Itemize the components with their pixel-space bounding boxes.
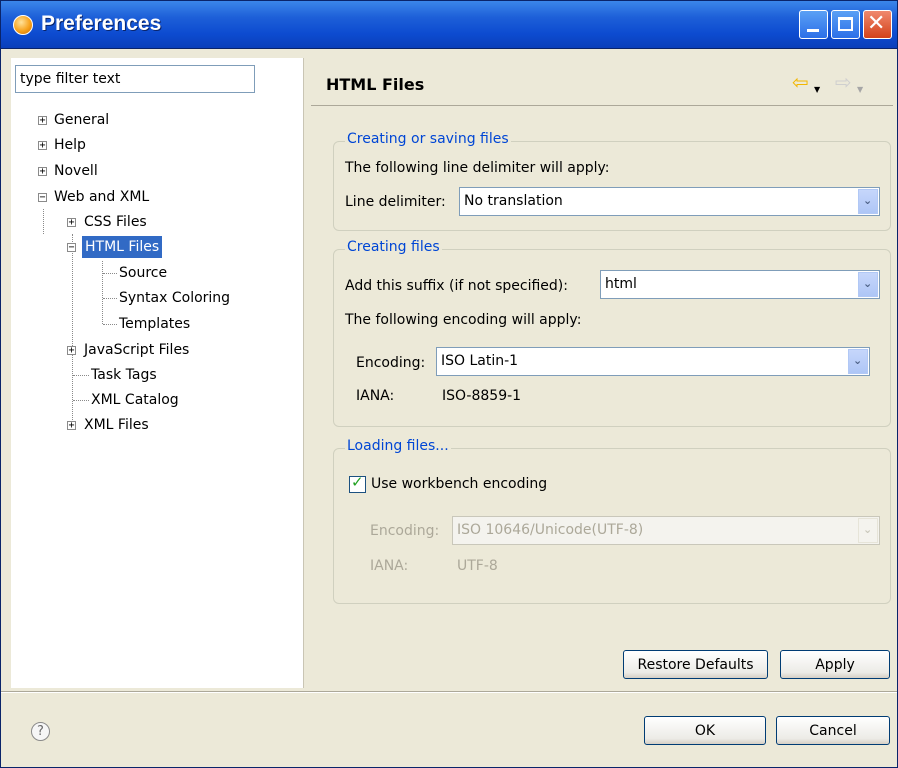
- close-button[interactable]: ✕: [863, 10, 892, 39]
- back-history-dropdown-icon[interactable]: ▼: [814, 80, 820, 100]
- tree-item-label: JavaScript Files: [84, 342, 190, 358]
- expand-icon[interactable]: +: [38, 141, 47, 151]
- line-delimiter-label: Line delimiter:: [345, 194, 446, 210]
- tree-item-label: Help: [54, 137, 86, 153]
- loading-iana-label: IANA:: [370, 558, 409, 574]
- iana-value: ISO-8859-1: [442, 388, 522, 404]
- suffix-select[interactable]: html ⌄: [600, 270, 880, 299]
- tree-item-label: Web and XML: [54, 189, 150, 205]
- encoding-select[interactable]: ISO Latin-1 ⌄: [436, 347, 870, 376]
- maximize-button[interactable]: [831, 10, 860, 39]
- tree-item-label: CSS Files: [84, 214, 147, 230]
- header-divider: [311, 105, 893, 106]
- restore-defaults-button[interactable]: Restore Defaults: [623, 650, 768, 679]
- saving-files-group: [333, 141, 891, 231]
- tree-item-label: Source: [119, 265, 168, 281]
- tree-connector: [73, 375, 89, 376]
- suffix-label: Add this suffix (if not specified):: [345, 278, 568, 294]
- forward-history-dropdown-icon: ▼: [857, 85, 864, 94]
- tree-item-label: Templates: [119, 316, 191, 332]
- expand-icon[interactable]: +: [67, 218, 76, 228]
- tree-connector: [103, 298, 117, 299]
- tree-connector: [73, 400, 89, 401]
- encoding-label: Encoding:: [356, 355, 426, 371]
- cancel-button[interactable]: Cancel: [776, 716, 890, 745]
- collapse-icon[interactable]: −: [67, 243, 76, 253]
- ok-button[interactable]: OK: [644, 716, 766, 745]
- minimize-icon: [807, 29, 819, 32]
- chevron-down-icon: ⌄: [863, 194, 873, 207]
- saving-files-group-title: Creating or saving files: [345, 131, 511, 147]
- creating-files-group-title: Creating files: [345, 239, 442, 255]
- dropdown-button: ⌄: [858, 518, 878, 543]
- loading-encoding-select: ISO 10646/Unicode(UTF-8) ⌄: [452, 516, 880, 545]
- minimize-button[interactable]: [799, 10, 828, 39]
- loading-files-group-title: Loading files...: [345, 438, 451, 454]
- collapse-icon[interactable]: −: [38, 193, 47, 203]
- forward-arrow-icon: ⇨: [835, 70, 852, 94]
- tree-item-label: HTML Files: [82, 236, 163, 258]
- chevron-down-icon: ⌄: [863, 277, 873, 290]
- expand-icon[interactable]: +: [67, 421, 76, 431]
- app-icon: [13, 15, 33, 35]
- filter-input[interactable]: [15, 65, 255, 93]
- tree-item-label: Task Tags: [91, 367, 157, 383]
- back-arrow-icon[interactable]: ⇦: [792, 72, 809, 92]
- expand-icon[interactable]: +: [38, 167, 47, 177]
- tree-connector: [43, 209, 44, 234]
- preferences-window: Preferences ✕ + General + Help +: [0, 0, 898, 768]
- expand-icon[interactable]: +: [38, 116, 47, 126]
- apply-button[interactable]: Apply: [780, 650, 890, 679]
- checkmark-icon: ✓: [351, 473, 364, 491]
- tree-connector: [72, 234, 73, 424]
- footer-divider-highlight: [1, 692, 897, 693]
- line-delimiter-value: No translation: [464, 193, 563, 209]
- workbench-encoding-label[interactable]: Use workbench encoding: [371, 476, 547, 492]
- tree-item-label: XML Files: [84, 417, 149, 433]
- workbench-encoding-checkbox[interactable]: ✓: [349, 473, 366, 493]
- tree-item-label: General: [54, 112, 110, 128]
- dropdown-button[interactable]: ⌄: [858, 272, 878, 297]
- expand-icon[interactable]: +: [67, 346, 76, 356]
- encoding-description: The following encoding will apply:: [345, 312, 582, 328]
- chevron-down-icon: ⌄: [863, 523, 873, 536]
- line-delimiter-select[interactable]: No translation ⌄: [459, 187, 880, 216]
- maximize-icon: [838, 17, 853, 31]
- close-icon: ✕: [867, 11, 886, 36]
- dropdown-button[interactable]: ⌄: [858, 189, 878, 214]
- chevron-down-icon: ⌄: [853, 354, 863, 367]
- loading-encoding-label: Encoding:: [370, 523, 440, 539]
- page-title: HTML Files: [326, 75, 425, 94]
- tree-connector: [102, 261, 103, 324]
- loading-encoding-value: ISO 10646/Unicode(UTF-8): [457, 522, 644, 538]
- loading-iana-value: UTF-8: [457, 558, 498, 574]
- encoding-value: ISO Latin-1: [441, 353, 519, 369]
- tree-item-label: Novell: [54, 163, 98, 179]
- tree-connector: [103, 273, 117, 274]
- tree-item-label: Syntax Coloring: [119, 290, 231, 306]
- title-bar[interactable]: Preferences ✕: [1, 1, 897, 49]
- suffix-value: html: [605, 276, 637, 292]
- line-delimiter-description: The following line delimiter will apply:: [345, 160, 610, 176]
- tree-connector: [103, 324, 117, 325]
- window-title: Preferences: [41, 12, 162, 35]
- help-icon[interactable]: ?: [31, 722, 50, 741]
- iana-label: IANA:: [356, 388, 395, 404]
- dropdown-button[interactable]: ⌄: [848, 349, 868, 374]
- tree-item-label: XML Catalog: [91, 392, 179, 408]
